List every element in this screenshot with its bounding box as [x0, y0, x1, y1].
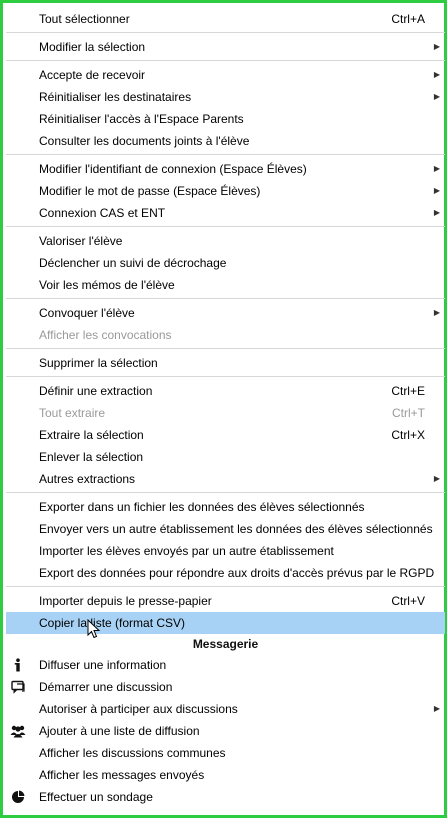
menu-item-summon-student[interactable]: Convoquer l'élève ▶: [6, 302, 445, 324]
menu-item-label: Voir les mémos de l'élève: [39, 278, 175, 292]
shortcut-label: Ctrl+X: [391, 428, 425, 442]
menu-item-accept-receive[interactable]: Accepte de recevoir ▶: [6, 64, 445, 86]
shortcut-label: Ctrl+A: [391, 12, 425, 26]
submenu-arrow-icon: ▶: [433, 92, 440, 101]
menu-item-label: Tout extraire: [39, 406, 106, 420]
menu-item-import-clipboard[interactable]: Importer depuis le presse-papier Ctrl+V: [6, 590, 445, 612]
menu-item-label: Importer depuis le presse-papier: [39, 594, 212, 608]
menu-item-label: Définir une extraction: [39, 384, 153, 398]
menu-item-label: Modifier la sélection: [39, 40, 146, 54]
submenu-arrow-icon: ▶: [433, 70, 440, 79]
group-icon: [10, 725, 26, 738]
submenu-arrow-icon: ▶: [433, 308, 440, 317]
menu-item-view-documents[interactable]: Consulter les documents joints à l'élève: [6, 130, 445, 152]
menu-item-label: Export des données pour répondre aux dro…: [39, 566, 435, 580]
submenu-arrow-icon: ▶: [433, 704, 440, 713]
menu-item-label: Supprimer la sélection: [39, 356, 158, 370]
menu-item-allow-discussions[interactable]: Autoriser à participer aux discussions ▶: [6, 698, 445, 720]
pie-chart-icon: [12, 790, 25, 803]
separator: [6, 348, 445, 349]
separator: [6, 32, 445, 33]
menu-item-define-extraction[interactable]: Définir une extraction Ctrl+E: [6, 380, 445, 402]
menu-item-label: Démarrer une discussion: [39, 680, 173, 694]
separator: [6, 492, 445, 493]
shortcut-label: Ctrl+V: [391, 594, 425, 608]
menu-item-label: Valoriser l'élève: [39, 234, 123, 248]
menu-item-other-extractions[interactable]: Autres extractions ▶: [6, 468, 445, 490]
submenu-arrow-icon: ▶: [433, 164, 440, 173]
menu-item-cas-ent[interactable]: Connexion CAS et ENT ▶: [6, 202, 445, 224]
menu-item-label: Envoyer vers un autre établissement les …: [39, 522, 433, 536]
separator: [6, 154, 445, 155]
menu-item-copy-list-csv[interactable]: Copier la liste (format CSV): [6, 612, 445, 634]
menu-item-modify-login[interactable]: Modifier l'identifiant de connexion (Esp…: [6, 158, 445, 180]
menu-item-label: Enlever la sélection: [39, 450, 144, 464]
context-menu-frame: Tout sélectionner Ctrl+A Modifier la sél…: [0, 0, 447, 818]
submenu-arrow-icon: ▶: [433, 208, 440, 217]
menu-item-label: Connexion CAS et ENT: [39, 206, 166, 220]
menu-item-label: Tout sélectionner: [39, 12, 130, 26]
menu-item-extract-selection[interactable]: Extraire la sélection Ctrl+X: [6, 424, 445, 446]
section-title-messaging: Messagerie: [192, 637, 259, 651]
menu-item-delete-selection[interactable]: Supprimer la sélection: [6, 352, 445, 374]
menu-item-dropout-followup[interactable]: Déclencher un suivi de décrochage: [6, 252, 445, 274]
menu-item-label: Modifier le mot de passe (Espace Élèves): [39, 184, 261, 198]
shortcut-label: Ctrl+T: [392, 406, 425, 420]
menu-item-sent-messages[interactable]: Afficher les messages envoyés: [6, 764, 445, 786]
menu-item-label: Modifier l'identifiant de connexion (Esp…: [39, 162, 307, 176]
menu-item-label: Accepte de recevoir: [39, 68, 146, 82]
menu-item-label: Importer les élèves envoyés par un autre…: [39, 544, 334, 558]
menu-item-label: Réinitialiser l'accès à l'Espace Parents: [39, 112, 244, 126]
separator: [6, 60, 445, 61]
menu-item-survey[interactable]: Effectuer un sondage: [6, 786, 445, 808]
menu-item-label: Effectuer un sondage: [39, 790, 153, 804]
context-menu: Tout sélectionner Ctrl+A Modifier la sél…: [6, 8, 445, 808]
submenu-arrow-icon: ▶: [433, 474, 440, 483]
separator: [6, 376, 445, 377]
chat-icon: [11, 680, 25, 694]
menu-item-label: Copier la liste (format CSV): [39, 616, 186, 630]
shortcut-label: Ctrl+E: [391, 384, 425, 398]
menu-item-export-file[interactable]: Exporter dans un fichier les données des…: [6, 496, 445, 518]
menu-item-reset-parent-access[interactable]: Réinitialiser l'accès à l'Espace Parents: [6, 108, 445, 130]
menu-item-reset-recipients[interactable]: Réinitialiser les destinataires ▶: [6, 86, 445, 108]
menu-item-start-discussion[interactable]: Démarrer une discussion: [6, 676, 445, 698]
menu-item-label: Ajouter à une liste de diffusion: [39, 724, 200, 738]
menu-item-valorize-student[interactable]: Valoriser l'élève: [6, 230, 445, 252]
menu-item-select-all[interactable]: Tout sélectionner Ctrl+A: [6, 8, 445, 30]
menu-item-label: Consulter les documents joints à l'élève: [39, 134, 250, 148]
separator: [6, 298, 445, 299]
menu-item-broadcast-info[interactable]: Diffuser une information: [6, 654, 445, 676]
menu-item-import-students[interactable]: Importer les élèves envoyés par un autre…: [6, 540, 445, 562]
menu-item-remove-selection[interactable]: Enlever la sélection: [6, 446, 445, 468]
menu-item-label: Autoriser à participer aux discussions: [39, 702, 238, 716]
menu-item-modify-password[interactable]: Modifier le mot de passe (Espace Élèves)…: [6, 180, 445, 202]
menu-item-label: Afficher les convocations: [39, 328, 172, 342]
menu-item-label: Extraire la sélection: [39, 428, 144, 442]
menu-item-label: Déclencher un suivi de décrochage: [39, 256, 227, 270]
menu-item-view-memos[interactable]: Voir les mémos de l'élève: [6, 274, 445, 296]
menu-item-add-to-list[interactable]: Ajouter à une liste de diffusion: [6, 720, 445, 742]
separator: [6, 226, 445, 227]
menu-item-label: Diffuser une information: [39, 658, 167, 672]
menu-item-common-discussions[interactable]: Afficher les discussions communes: [6, 742, 445, 764]
menu-item-label: Autres extractions: [39, 472, 136, 486]
submenu-arrow-icon: ▶: [433, 42, 440, 51]
menu-item-label: Afficher les discussions communes: [39, 746, 226, 760]
mouse-cursor-icon: [87, 619, 101, 639]
menu-item-label: Exporter dans un fichier les données des…: [39, 500, 365, 514]
menu-item-export-rgpd[interactable]: Export des données pour répondre aux dro…: [6, 562, 445, 584]
info-icon: [14, 658, 20, 672]
menu-item-label: Réinitialiser les destinataires: [39, 90, 192, 104]
menu-item-label: Afficher les messages envoyés: [39, 768, 205, 782]
menu-item-modify-selection[interactable]: Modifier la sélection ▶: [6, 36, 445, 58]
menu-item-extract-all: Tout extraire Ctrl+T: [6, 402, 445, 424]
separator: [6, 586, 445, 587]
menu-item-show-summons: Afficher les convocations: [6, 324, 445, 346]
menu-item-send-other-school[interactable]: Envoyer vers un autre établissement les …: [6, 518, 445, 540]
submenu-arrow-icon: ▶: [433, 186, 440, 195]
menu-item-label: Convoquer l'élève: [39, 306, 135, 320]
